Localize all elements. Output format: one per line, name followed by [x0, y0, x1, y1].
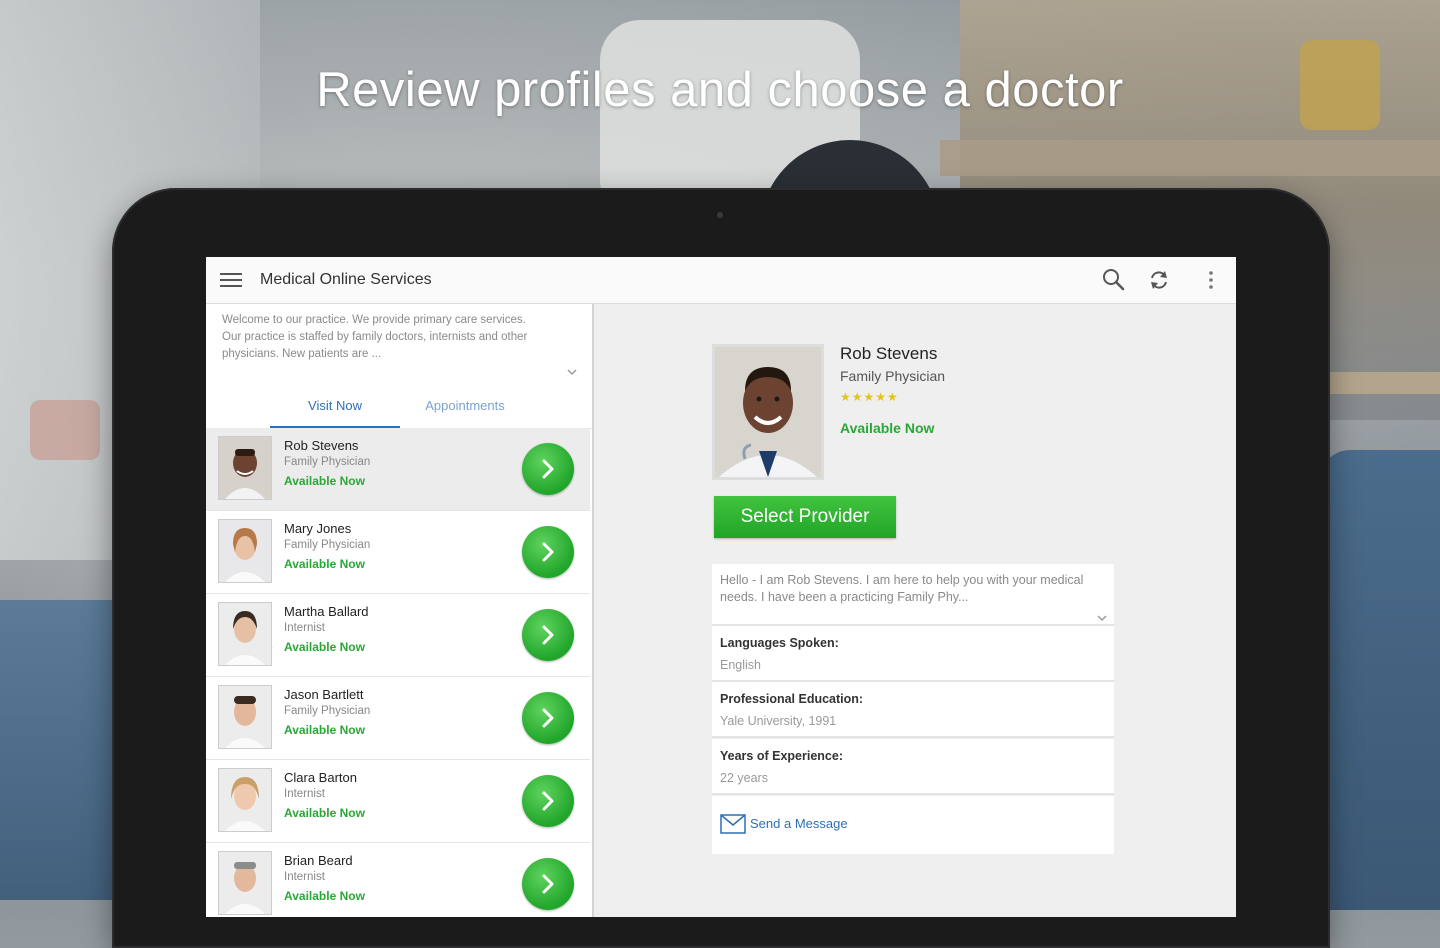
doctor-status: Available Now	[284, 640, 365, 654]
camera-icon	[717, 212, 723, 218]
doctor-name: Clara Barton	[284, 770, 357, 785]
doctor-name: Jason Bartlett	[284, 687, 364, 702]
chevron-right-icon	[542, 459, 554, 479]
languages-card: Languages Spoken: English	[712, 626, 1114, 682]
tab-bar: Visit Now Appointments	[206, 386, 592, 429]
chevron-right-icon	[542, 708, 554, 728]
tablet-frame: Medical Online Services Welcome to our p…	[112, 188, 1330, 948]
chevron-down-icon[interactable]	[1096, 610, 1108, 622]
app-screen: Medical Online Services Welcome to our p…	[206, 257, 1236, 917]
education-card: Professional Education: Yale University,…	[712, 682, 1114, 738]
message-card: Send a Message	[712, 796, 1114, 854]
doctor-list-item[interactable]: Martha Ballard Internist Available Now	[206, 594, 590, 677]
select-provider-button[interactable]: Select Provider	[714, 496, 896, 538]
chevron-right-icon	[542, 542, 554, 562]
doctor-name: Mary Jones	[284, 521, 352, 536]
tab-appointments[interactable]: Appointments	[400, 386, 530, 426]
doctor-specialty: Family Physician	[284, 539, 371, 551]
background-sofa	[1320, 450, 1440, 910]
profile-panel: Rob Stevens Family Physician ★★★★★ Avail…	[594, 304, 1236, 917]
doctor-name: Rob Stevens	[284, 438, 359, 453]
background-pot	[30, 400, 100, 460]
go-arrow-button[interactable]	[522, 858, 574, 910]
background-shelf-board	[1320, 372, 1440, 394]
profile-photo	[712, 344, 824, 480]
doctor-status: Available Now	[284, 889, 365, 903]
doctor-list: Rob Stevens Family Physician Available N…	[206, 428, 590, 917]
chevron-right-icon	[542, 874, 554, 894]
doctor-name: Brian Beard	[284, 853, 353, 868]
more-options-icon[interactable]	[1198, 267, 1224, 293]
doctor-list-item[interactable]: Jason Bartlett Family Physician Availabl…	[206, 677, 590, 760]
doctor-specialty: Internist	[284, 788, 325, 800]
experience-card: Years of Experience: 22 years	[712, 739, 1114, 795]
send-message-link[interactable]: Send a Message	[750, 816, 848, 831]
doctor-name: Martha Ballard	[284, 604, 369, 619]
doctor-specialty: Internist	[284, 871, 325, 883]
languages-value: English	[720, 658, 761, 672]
doctor-list-panel: Welcome to our practice. We provide prim…	[206, 304, 594, 917]
profile-status: Available Now	[840, 420, 935, 436]
chevron-right-icon	[542, 791, 554, 811]
envelope-icon[interactable]	[720, 814, 746, 834]
background-shelf-board	[940, 140, 1440, 176]
profile-name: Rob Stevens	[840, 344, 938, 363]
doctor-status: Available Now	[284, 806, 365, 820]
doctor-specialty: Family Physician	[284, 705, 371, 717]
education-label: Professional Education:	[720, 692, 864, 706]
languages-label: Languages Spoken:	[720, 636, 839, 650]
doctor-avatar	[218, 602, 272, 666]
experience-label: Years of Experience:	[720, 749, 843, 763]
doctor-list-item[interactable]: Brian Beard Internist Available Now	[206, 843, 590, 917]
bio-card: Hello - I am Rob Stevens. I am here to h…	[712, 564, 1114, 626]
profile-specialty: Family Physician	[840, 368, 946, 384]
doctor-avatar	[218, 768, 272, 832]
doctor-list-item[interactable]: Clara Barton Internist Available Now	[206, 760, 590, 843]
go-arrow-button[interactable]	[522, 609, 574, 661]
doctor-avatar	[218, 436, 272, 500]
rating-stars: ★★★★★	[840, 390, 899, 404]
doctor-list-item[interactable]: Rob Stevens Family Physician Available N…	[206, 428, 590, 511]
hamburger-menu-icon[interactable]	[220, 273, 242, 288]
doctor-list-item[interactable]: Mary Jones Family Physician Available No…	[206, 511, 590, 594]
doctor-specialty: Family Physician	[284, 456, 371, 468]
experience-value: 22 years	[720, 771, 768, 785]
refresh-icon[interactable]	[1146, 267, 1172, 293]
app-title: Medical Online Services	[260, 271, 432, 288]
practice-intro: Welcome to our practice. We provide prim…	[222, 314, 528, 360]
bio-text: Hello - I am Rob Stevens. I am here to h…	[720, 573, 1084, 604]
chevron-down-icon[interactable]	[566, 364, 578, 376]
doctor-status: Available Now	[284, 474, 365, 488]
app-bar: Medical Online Services	[206, 257, 1236, 304]
tab-visit-now[interactable]: Visit Now	[270, 386, 400, 429]
doctor-status: Available Now	[284, 557, 365, 571]
go-arrow-button[interactable]	[522, 775, 574, 827]
doctor-avatar	[218, 519, 272, 583]
search-icon[interactable]	[1101, 267, 1127, 293]
go-arrow-button[interactable]	[522, 692, 574, 744]
doctor-status: Available Now	[284, 723, 365, 737]
chevron-right-icon	[542, 625, 554, 645]
headline: Review profiles and choose a doctor	[316, 63, 1124, 117]
education-value: Yale University, 1991	[720, 714, 837, 728]
go-arrow-button[interactable]	[522, 443, 574, 495]
doctor-specialty: Internist	[284, 622, 325, 634]
go-arrow-button[interactable]	[522, 526, 574, 578]
doctor-avatar	[218, 851, 272, 915]
doctor-avatar	[218, 685, 272, 749]
